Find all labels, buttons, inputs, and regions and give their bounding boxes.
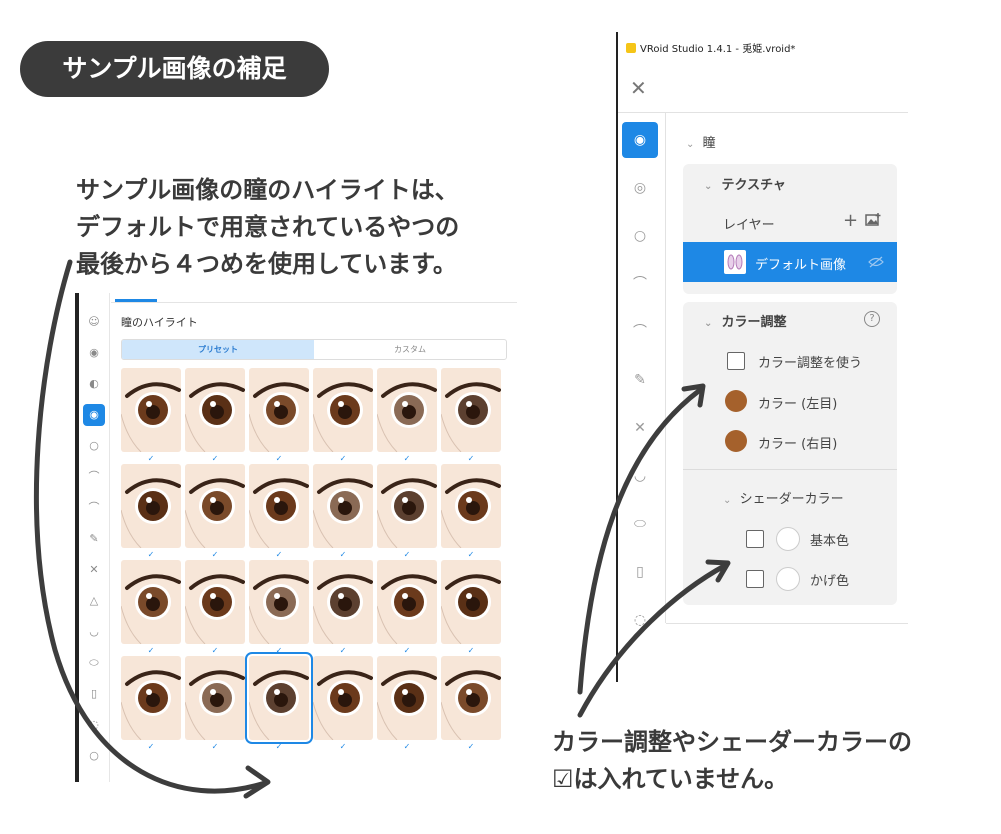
arrow-right-curve-1 <box>577 387 703 695</box>
arrow-right-curve-2 <box>577 562 729 718</box>
annotation-arrows <box>34 259 731 799</box>
arrow-left-head <box>243 765 271 799</box>
arrow-left-curve <box>34 259 268 794</box>
